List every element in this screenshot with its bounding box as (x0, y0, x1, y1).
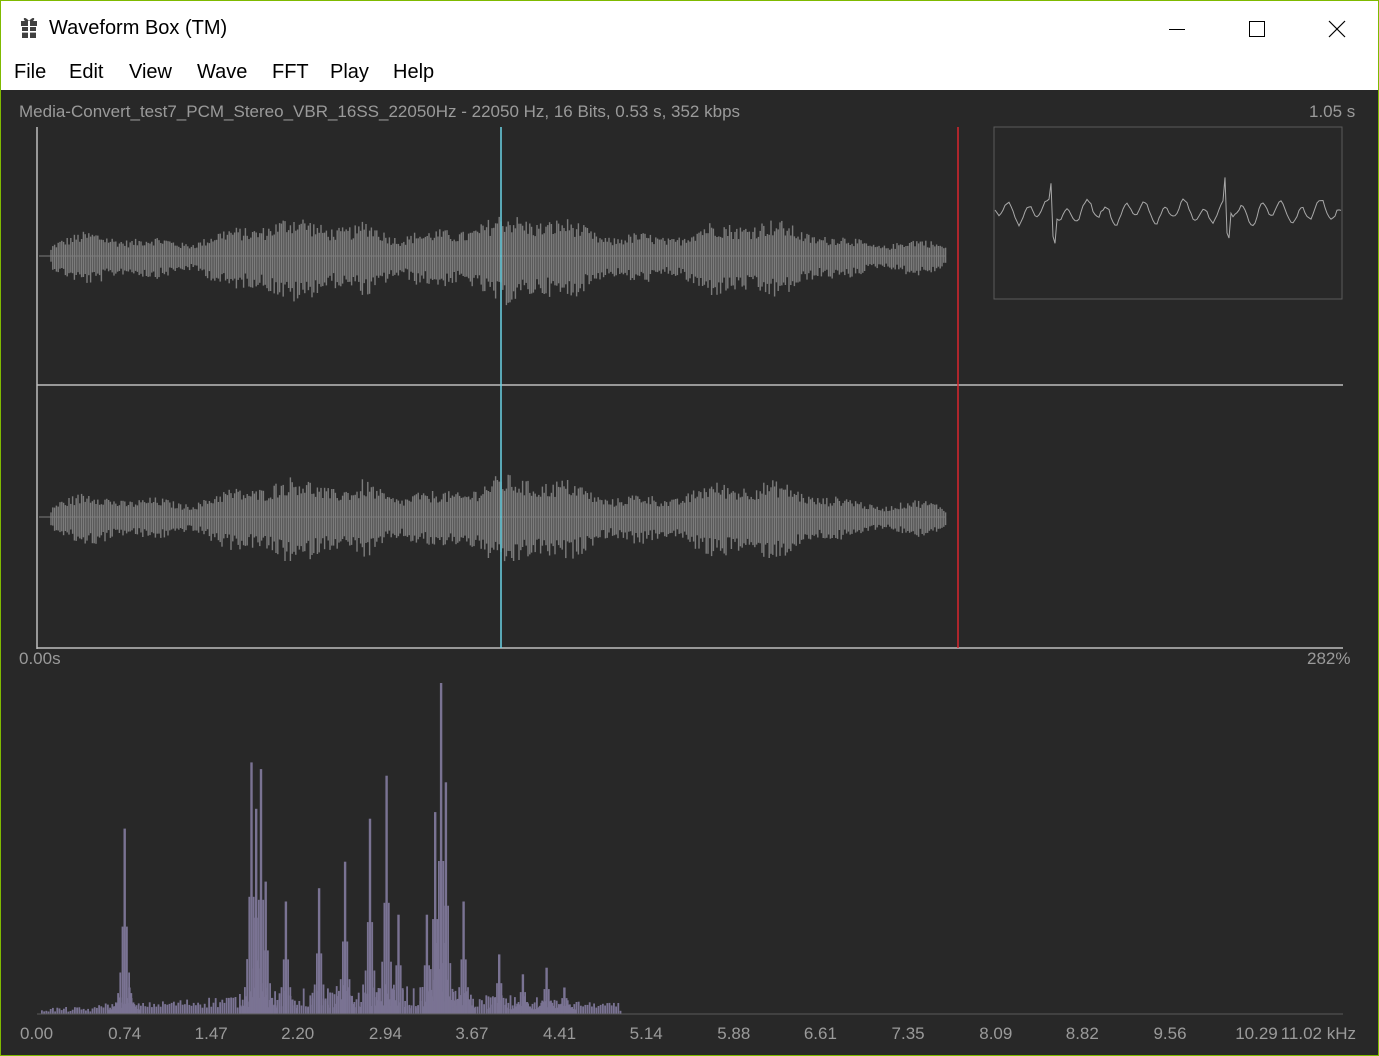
spectrum-tick-label: 10.29 (1235, 1024, 1278, 1043)
start-time-label: 0.00s (19, 649, 61, 668)
spectrum-tick-label: 9.56 (1153, 1024, 1186, 1043)
waveform-view[interactable] (1, 90, 1378, 650)
wave-preview-line (994, 177, 1342, 244)
menu-file[interactable]: File (14, 61, 46, 84)
app-gift-icon (21, 17, 37, 38)
spectrum-peak (343, 861, 347, 1014)
spectrum-tick-label: 5.14 (630, 1024, 663, 1043)
spectrum-tick-label: 0.00 (20, 1024, 53, 1043)
menu-help[interactable]: Help (393, 61, 434, 84)
spectrum-tick-label: 5.88 (717, 1024, 750, 1043)
spectrum-peak (123, 828, 126, 1014)
spectrum-peak (434, 812, 437, 1014)
spectrum-tick-label: 0.74 (108, 1024, 141, 1043)
spectrum-tick-label: 7.35 (892, 1024, 925, 1043)
spectrum-peak (284, 901, 288, 1014)
spectrum-peak (368, 818, 372, 1014)
spectrum-peak (317, 888, 321, 1014)
spectrum-peak (439, 683, 443, 1014)
minimize-button[interactable] (1137, 1, 1217, 57)
spectrum-peak (128, 987, 131, 1014)
spectrum-tick-label: 2.20 (281, 1024, 314, 1043)
spectrum-tick-label: 6.61 (804, 1024, 837, 1043)
close-icon (1328, 20, 1346, 38)
spectrum-tick-label: 2.94 (369, 1024, 402, 1043)
spectrum-peak (563, 987, 566, 1014)
editor-area: Media-Convert_test7_PCM_Stereo_VBR_16SS_… (1, 90, 1378, 1055)
maximize-icon (1249, 21, 1265, 37)
spectrum-tick-label: 8.82 (1066, 1024, 1099, 1043)
spectrum-peak (521, 974, 525, 1014)
spectrum-peak (545, 967, 548, 1014)
spectrum-peak (385, 775, 388, 1014)
spectrum-peak (444, 782, 448, 1014)
window-title: Waveform Box (TM) (49, 17, 228, 39)
wave-preview-box (993, 126, 1343, 300)
spectrum-peak (462, 901, 465, 1014)
spectrum-tick-label: 1.47 (195, 1024, 228, 1043)
spectrum-bars (41, 683, 622, 1015)
menu-edit[interactable]: Edit (69, 61, 103, 84)
menu-bar: File Edit View Wave FFT Play Help (1, 57, 1378, 89)
spectrum-tick-labels: 0.00 0.74 1.47 2.20 2.94 3.67 4.41 5.14 5.88 6.61… (20, 1024, 1278, 1043)
spectrum-peak (498, 954, 501, 1014)
spectrum-peak (255, 808, 258, 1014)
spectrum-tick-label: 8.09 (979, 1024, 1012, 1043)
title-bar[interactable]: Waveform Box (TM) (1, 1, 1378, 57)
menu-wave[interactable]: Wave (197, 61, 247, 84)
minimize-icon (1169, 29, 1185, 30)
spectrum-peak (250, 762, 253, 1014)
zoom-label: 282% (1307, 649, 1351, 668)
menu-play[interactable]: Play (330, 61, 369, 84)
spectrum-tick-label: 4.41 (543, 1024, 576, 1043)
spectrum-peak (425, 914, 429, 1014)
spectrum-peak (259, 769, 263, 1014)
close-button[interactable] (1297, 1, 1377, 57)
spectrum-peak (397, 914, 400, 1014)
spectrum-peak (264, 881, 267, 1014)
maximize-button[interactable] (1217, 1, 1297, 57)
menu-fft[interactable]: FFT (272, 61, 309, 84)
app-window: Waveform Box (TM) File Edit View Wave FF… (0, 0, 1379, 1056)
spectrum-peak (118, 997, 122, 1015)
menu-view[interactable]: View (129, 61, 172, 84)
spectrum-max-label: 11.02 kHz (1281, 1024, 1356, 1043)
spectrum-tick-label: 3.67 (455, 1024, 488, 1043)
